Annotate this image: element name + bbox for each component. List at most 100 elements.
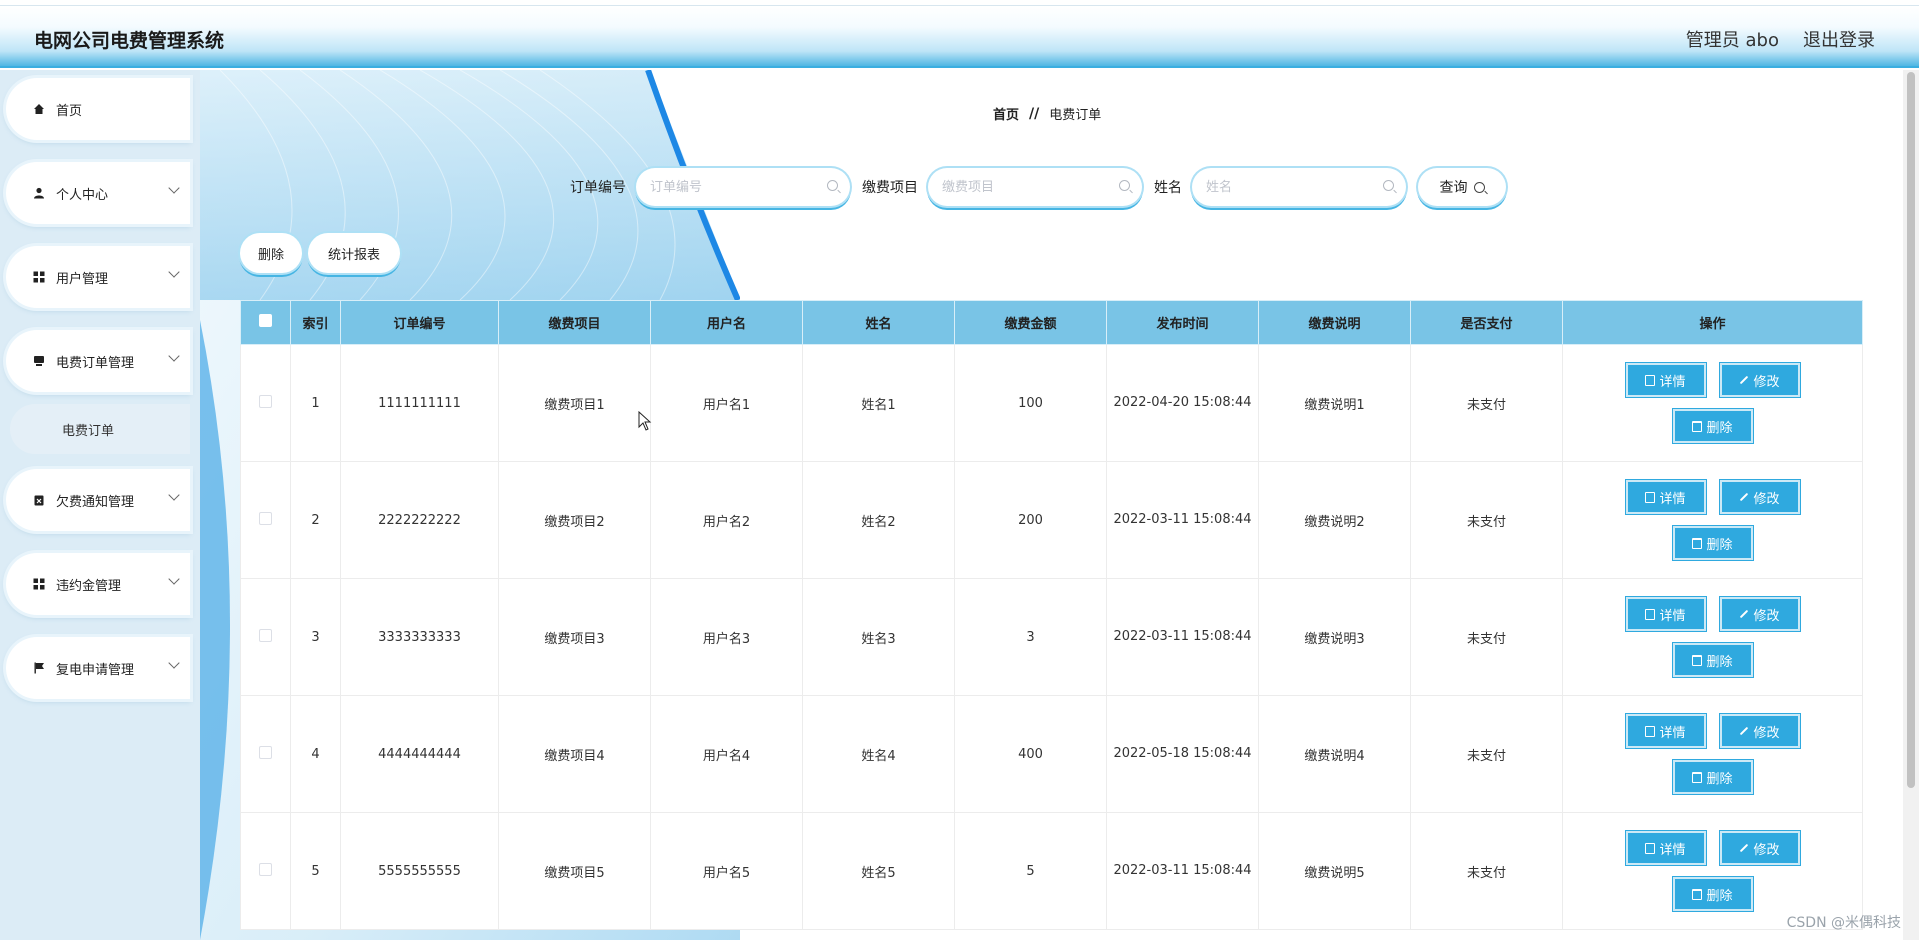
query-button[interactable]: 查询 [1418,168,1506,206]
col-header: 订单编号 [340,300,499,345]
table-row: 1 1111111111 缴费项目1 用户名1 姓名1 100 2022-04-… [240,344,1863,462]
cell-order-no: 3333333333 [340,578,499,696]
admin-user-label[interactable]: 管理员 abo [1686,26,1779,52]
order-no-input[interactable] [636,168,850,206]
pencil-icon [1740,609,1749,619]
col-header: 姓名 [802,300,955,345]
detail-button[interactable]: 详情 [1624,362,1707,398]
row-checkbox[interactable] [259,628,272,642]
chevron-down-icon [168,266,180,278]
cell-paid: 未支付 [1410,812,1563,930]
report-button[interactable]: 统计报表 [308,233,400,273]
cell-paid: 未支付 [1410,461,1563,579]
detail-label: 详情 [1659,491,1686,507]
delete-button[interactable]: 删除 [1671,525,1754,561]
col-header: 发布时间 [1106,300,1259,345]
sidebar-subitem-orders[interactable]: 电费订单 [10,404,190,454]
search-bar: 订单编号 缴费项目 姓名 查询 [570,168,1506,206]
cell-order-no: 4444444444 [340,695,499,813]
breadcrumb-home[interactable]: 首页 [993,104,1019,123]
logout-link[interactable]: 退出登录 [1803,26,1875,52]
detail-button[interactable]: 详情 [1624,596,1707,632]
document-icon [1645,842,1656,854]
edit-button[interactable]: 修改 [1718,713,1801,749]
cell-pay-item: 缴费项目2 [498,461,651,579]
delete-label: 删除 [1706,888,1733,904]
table-row: 4 4444444444 缴费项目4 用户名4 姓名4 400 2022-05-… [240,695,1863,813]
row-select-cell [240,344,291,462]
edit-button[interactable]: 修改 [1718,830,1801,866]
edit-button[interactable]: 修改 [1718,596,1801,632]
cell-index: 3 [290,578,341,696]
cell-pay-item: 缴费项目1 [498,344,651,462]
edit-label: 修改 [1753,842,1780,858]
pay-item-input[interactable] [928,168,1142,206]
name-field [1192,168,1406,206]
sidebar-item-label: 首页 [56,103,83,119]
sidebar-item-profile[interactable]: 个人中心 [6,162,190,224]
edit-button[interactable]: 修改 [1718,362,1801,398]
sidebar-item-label: 用户管理 [56,271,109,287]
col-header: 缴费金额 [954,300,1107,345]
chevron-down-icon [168,573,180,585]
cell-username: 用户名3 [650,578,803,696]
detail-button[interactable]: 详情 [1624,479,1707,515]
sidebar-item-order-mgmt[interactable]: 电费订单管理 [6,330,190,392]
cell-username: 用户名1 [650,344,803,462]
cell-name: 姓名4 [802,695,955,813]
document-icon [1645,374,1656,386]
sidebar-item-arrears[interactable]: 欠费通知管理 [6,469,190,531]
delete-button[interactable]: 删除 [1671,759,1754,795]
vertical-scrollbar[interactable] [1903,70,1919,940]
cell-amount: 400 [954,695,1107,813]
order-no-field [636,168,850,206]
clipboard-icon [32,493,46,507]
cell-paid: 未支付 [1410,695,1563,813]
delete-button[interactable]: 删除 [1671,642,1754,678]
table-header-row: 索引 订单编号 缴费项目 用户名 姓名 缴费金额 发布时间 缴费说明 是否支付 … [240,300,1863,345]
delete-button[interactable]: 删除 [1671,408,1754,444]
pencil-icon [1740,375,1749,385]
pencil-icon [1740,843,1749,853]
sidebar-item-label: 违约金管理 [56,578,122,594]
sidebar-item-home[interactable]: 首页 [6,78,190,140]
detail-button[interactable]: 详情 [1624,713,1707,749]
row-checkbox[interactable] [259,862,272,876]
cell-index: 1 [290,344,341,462]
breadcrumb-current: 电费订单 [1049,108,1102,123]
detail-button[interactable]: 详情 [1624,830,1707,866]
cell-pay-item: 缴费项目5 [498,812,651,930]
scrollbar-thumb[interactable] [1907,72,1915,788]
document-icon [1645,608,1656,620]
trash-icon [1692,654,1703,666]
row-checkbox[interactable] [259,394,272,408]
chevron-down-icon [168,350,180,362]
delete-button[interactable]: 删除 [1671,876,1754,912]
grid-icon [32,270,46,284]
cell-desc: 缴费说明2 [1258,461,1411,579]
name-input[interactable] [1192,168,1406,206]
sidebar-item-penalty[interactable]: 违约金管理 [6,553,190,615]
edit-button[interactable]: 修改 [1718,479,1801,515]
user-icon [32,186,46,200]
cell-time: 2022-04-20 15:08:44 [1106,344,1259,462]
cell-amount: 5 [954,812,1107,930]
app-header: 电网公司电费管理系统 管理员 abo 退出登录 [0,6,1919,68]
batch-delete-button[interactable]: 删除 [240,233,302,273]
col-header: 操作 [1562,300,1863,345]
chevron-down-icon [168,182,180,194]
row-checkbox[interactable] [259,745,272,759]
cell-name: 姓名2 [802,461,955,579]
row-checkbox[interactable] [259,511,272,525]
cell-paid: 未支付 [1410,344,1563,462]
cell-name: 姓名1 [802,344,955,462]
cell-username: 用户名5 [650,812,803,930]
select-all-checkbox[interactable] [259,314,272,327]
cell-name: 姓名3 [802,578,955,696]
sidebar-item-users[interactable]: 用户管理 [6,246,190,308]
delete-label: 删除 [1706,420,1733,436]
cell-time: 2022-03-11 15:08:44 [1106,461,1259,579]
sidebar-item-restore[interactable]: 复电申请管理 [6,637,190,699]
query-button-label: 查询 [1439,180,1468,196]
select-all-cell [240,300,291,345]
